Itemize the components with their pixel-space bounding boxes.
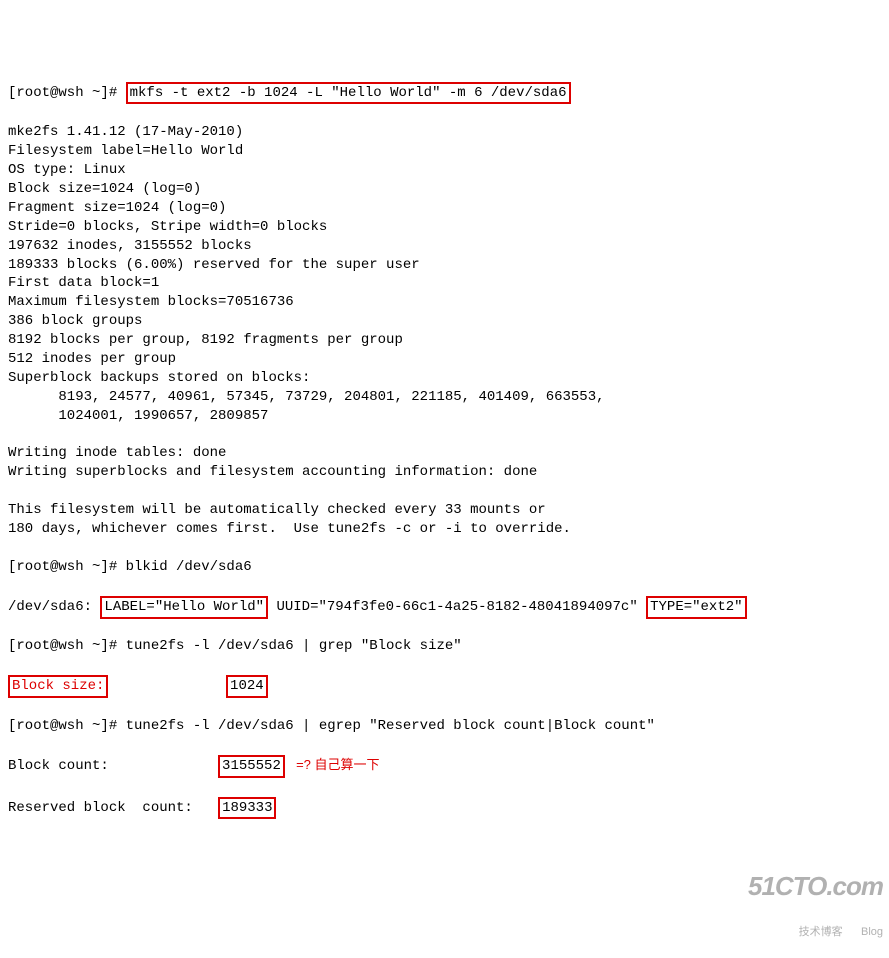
output-line: mke2fs 1.41.12 (17-May-2010) — [8, 123, 881, 142]
watermark: 51CTO.com 技术博客 Blog — [748, 845, 883, 952]
block-count-label: Block count: — [8, 758, 109, 774]
output-line: Block size=1024 (log=0) — [8, 180, 881, 199]
output-line — [8, 426, 881, 445]
output-line: 180 days, whichever comes first. Use tun… — [8, 520, 881, 539]
tune2fs-cmd-pre: [root@wsh ~]# tune2fs -l /dev/sda6 | egr… — [8, 718, 638, 734]
output-line: Fragment size=1024 (log=0) — [8, 199, 881, 218]
output-line — [8, 482, 881, 501]
block-size-label: Block size: — [8, 675, 108, 698]
output-line: This filesystem will be automatically ch… — [8, 501, 881, 520]
watermark-sub: 技术博客 Blog — [748, 927, 883, 938]
blkid-uuid: UUID="794f3fe0-66c1-4a25-8182-4804189409… — [268, 599, 646, 615]
output-line: 386 block groups — [8, 312, 881, 331]
block-size-value: 1024 — [226, 675, 268, 698]
reserved-block-line: Reserved block count: 189333 — [8, 797, 881, 820]
block-count-line: Block count: 3155552 =? 自己算一下 — [8, 755, 881, 778]
spacing — [109, 758, 218, 774]
output-line: Superblock backups stored on blocks: — [8, 369, 881, 388]
output-line: 512 inodes per group — [8, 350, 881, 369]
mkfs-output: mke2fs 1.41.12 (17-May-2010)Filesystem l… — [8, 123, 881, 539]
output-line: 8193, 24577, 40961, 57345, 73729, 204801… — [8, 388, 881, 407]
prompt-line-1: [root@wsh ~]# mkfs -t ext2 -b 1024 -L "H… — [8, 82, 881, 105]
reserved-block-label: Reserved block count: — [8, 800, 193, 816]
output-line: Writing superblocks and filesystem accou… — [8, 463, 881, 482]
spacing — [108, 678, 226, 694]
output-line: 1024001, 1990657, 2809857 — [8, 407, 881, 426]
prompt-line-3: [root@wsh ~]# tune2fs -l /dev/sda6 | gre… — [8, 637, 881, 656]
spacing — [193, 800, 218, 816]
mkfs-command: mkfs -t ext2 -b 1024 -L "Hello World" -m… — [126, 82, 571, 105]
output-line: Filesystem label=Hello World — [8, 142, 881, 161]
output-line: First data block=1 — [8, 274, 881, 293]
output-line: OS type: Linux — [8, 161, 881, 180]
prompt-line-4: [root@wsh ~]# tune2fs -l /dev/sda6 | egr… — [8, 717, 881, 736]
blkid-output: /dev/sda6: LABEL="Hello World" UUID="794… — [8, 596, 881, 619]
reserved-block-value: 189333 — [218, 797, 276, 820]
tune2fs-cmd-tail: t" — [638, 718, 655, 734]
block-size-line: Block size: 1024 — [8, 675, 881, 698]
output-line: Writing inode tables: done — [8, 444, 881, 463]
watermark-logo: 51CTO.com — [748, 873, 883, 899]
block-count-value: 3155552 — [218, 755, 285, 778]
blkid-device: /dev/sda6: — [8, 599, 100, 615]
blkid-type: TYPE="ext2" — [646, 596, 746, 619]
output-line: 8192 blocks per group, 8192 fragments pe… — [8, 331, 881, 350]
output-line: Stride=0 blocks, Stripe width=0 blocks — [8, 218, 881, 237]
output-line: 197632 inodes, 3155552 blocks — [8, 237, 881, 256]
blkid-label: LABEL="Hello World" — [100, 596, 268, 619]
annotation-text: =? 自己算一下 — [289, 757, 380, 772]
output-line: Maximum filesystem blocks=70516736 — [8, 293, 881, 312]
prompt-prefix: [root@wsh ~]# — [8, 85, 126, 101]
output-line: 189333 blocks (6.00%) reserved for the s… — [8, 256, 881, 275]
